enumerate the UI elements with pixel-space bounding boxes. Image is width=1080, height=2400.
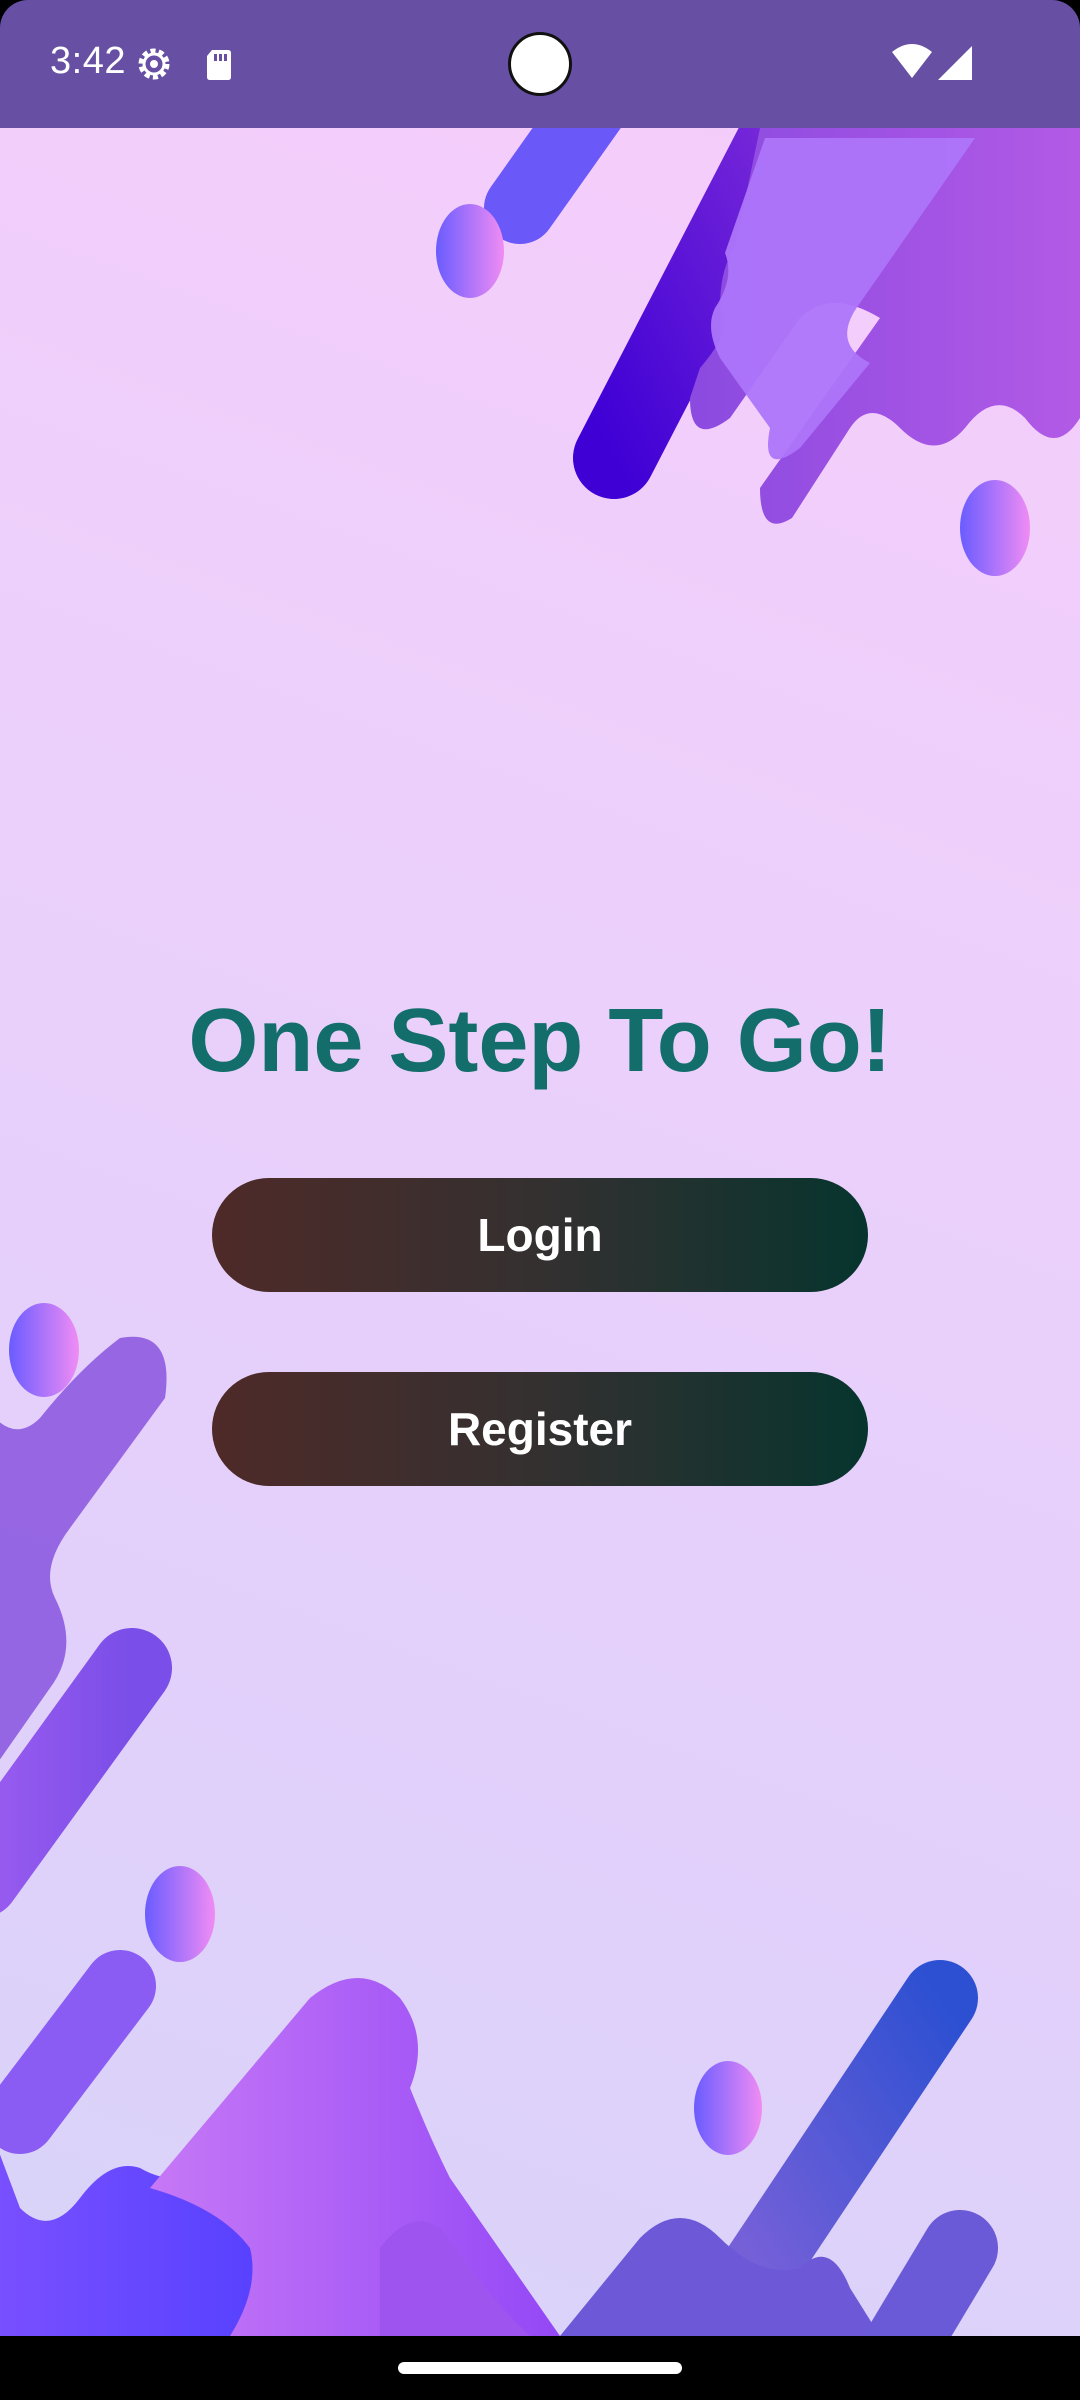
sd-card-icon: [200, 44, 240, 84]
page-title: One Step To Go!: [188, 991, 892, 1091]
settings-gear-icon: [134, 44, 174, 84]
wifi-icon: [890, 42, 934, 82]
front-camera-cutout: [508, 32, 572, 96]
login-button[interactable]: Login: [212, 1178, 868, 1292]
status-time: 3:42: [50, 40, 126, 82]
phone-screen: 3:42 One Step To Go! Login Register: [0, 0, 1080, 2400]
status-bar: 3:42: [0, 0, 1080, 128]
home-gesture-handle[interactable]: [398, 2362, 682, 2374]
register-button[interactable]: Register: [212, 1372, 868, 1486]
cellular-signal-icon: [936, 44, 976, 82]
navigation-bar: [0, 2336, 1080, 2400]
app-content: One Step To Go! Login Register: [0, 128, 1080, 2336]
